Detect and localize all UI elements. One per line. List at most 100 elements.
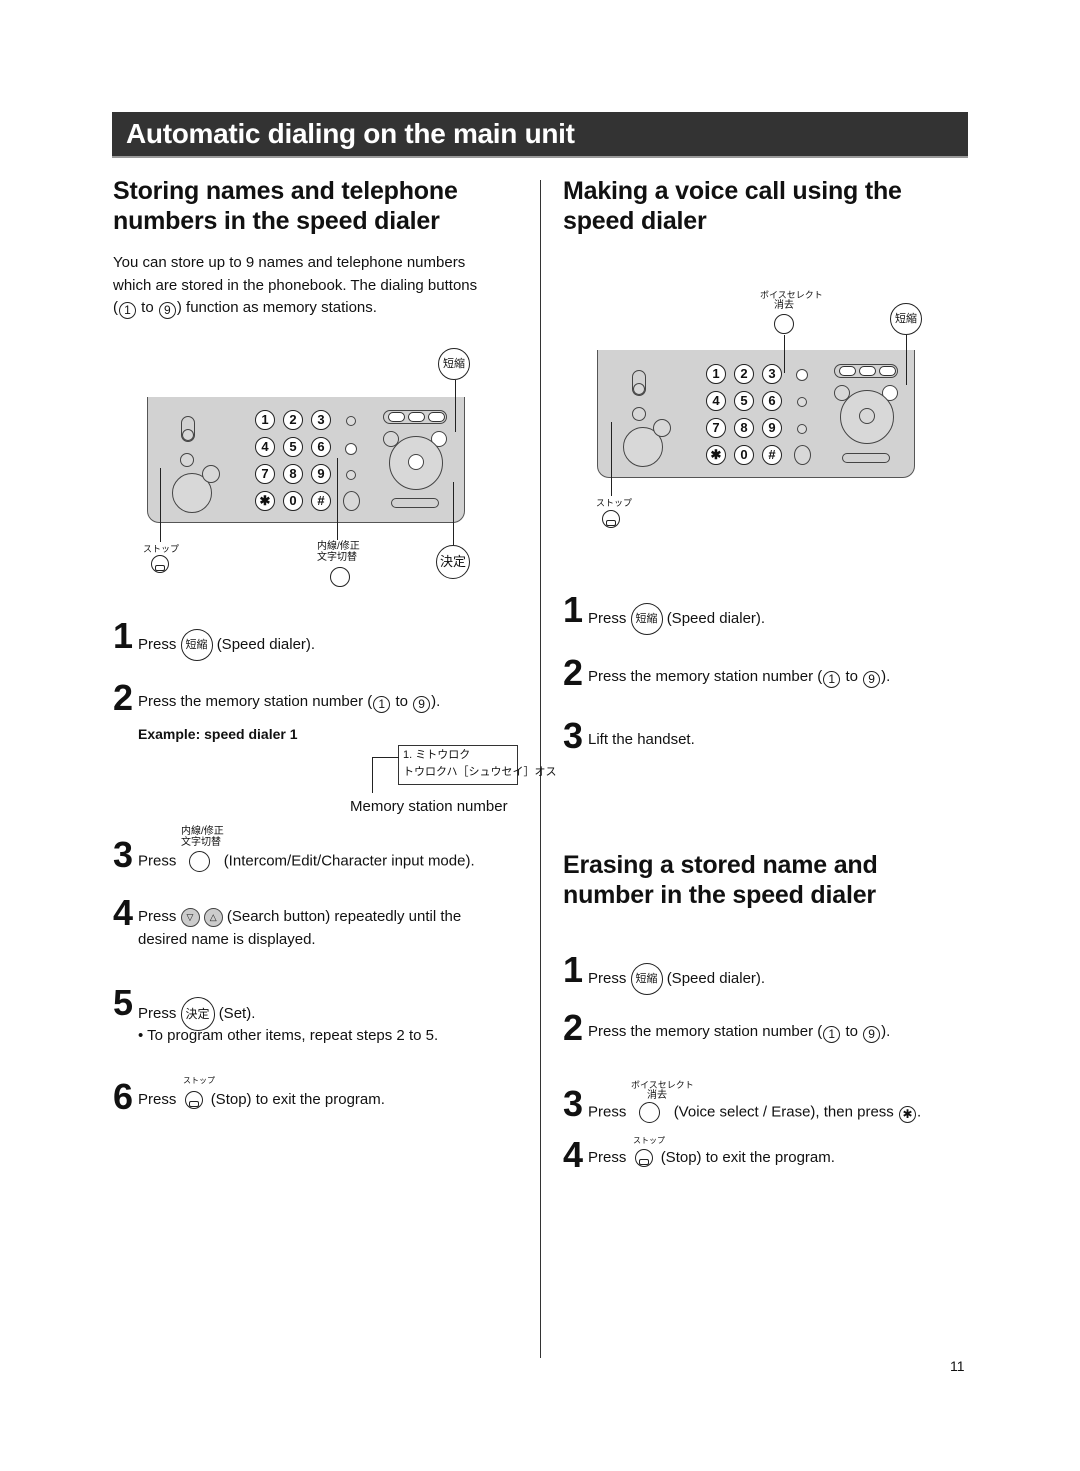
one-touch-button-2[interactable] xyxy=(859,366,876,376)
key-8[interactable]: 8 xyxy=(734,418,754,438)
key-6[interactable]: 6 xyxy=(762,391,782,411)
step-text: Press the memory station number (1 to 9)… xyxy=(588,1022,890,1043)
step-text: Press 短縮 (Speed dialer). xyxy=(588,603,765,635)
step-desc: (Speed dialer). xyxy=(666,969,766,987)
step-text: Press 短縮 (Speed dialer). xyxy=(588,963,765,995)
control-panel-diagram-right: 1 2 3 4 5 6 7 8 9 ✱ 0 # ボイスセレクト 消去 短縮 スト… xyxy=(590,280,930,530)
step-press: Press xyxy=(138,1091,177,1108)
callout-line-voice xyxy=(784,335,785,373)
step-text: Press (Stop) to exit the program. xyxy=(138,1090,385,1110)
store-step-3: 内線/修正 文字切替 3 Press (Intercom/Edit/Charac… xyxy=(113,825,533,875)
key-8[interactable]: 8 xyxy=(283,464,303,484)
key-3[interactable]: 3 xyxy=(311,410,331,430)
step-number: 2 xyxy=(563,1007,583,1048)
key-1[interactable]: 1 xyxy=(706,364,726,384)
intercom-button[interactable] xyxy=(345,443,357,455)
round-button[interactable] xyxy=(794,445,811,465)
erase-step-3: ボイスセレクト 消去 3 Press (Voice select / Erase… xyxy=(563,1078,983,1128)
key-1-icon: 1 xyxy=(823,1026,841,1043)
key-7[interactable]: 7 xyxy=(706,418,726,438)
step-press: Press xyxy=(138,1004,177,1022)
one-touch-button-1[interactable] xyxy=(388,412,405,422)
key-4[interactable]: 4 xyxy=(255,437,275,457)
led-1 xyxy=(346,416,356,426)
led-2 xyxy=(797,397,807,407)
step-text: Press the memory station number (1 to 9)… xyxy=(138,692,440,713)
one-touch-button-1[interactable] xyxy=(839,366,856,376)
key-5[interactable]: 5 xyxy=(734,391,754,411)
key-1-icon: 1 xyxy=(119,302,136,319)
key-hash[interactable]: # xyxy=(762,445,782,465)
step-desc: (Intercom/Edit/Character input mode). xyxy=(223,852,475,870)
key-2[interactable]: 2 xyxy=(734,364,754,384)
key-9-icon: 9 xyxy=(863,671,881,688)
key-0[interactable]: 0 xyxy=(734,445,754,465)
key-4[interactable]: 4 xyxy=(706,391,726,411)
round-button[interactable] xyxy=(343,491,360,511)
set-button[interactable] xyxy=(859,408,875,424)
step-number: 2 xyxy=(113,677,133,718)
key-1-icon: 1 xyxy=(823,671,841,688)
key-3[interactable]: 3 xyxy=(762,364,782,384)
star-key-icon: ✱ xyxy=(898,1106,916,1124)
speed-dial-callout: 短縮 xyxy=(438,348,470,380)
stop-button[interactable] xyxy=(632,407,646,421)
search-down-icon: ▽ xyxy=(180,907,200,927)
step-press: Press xyxy=(138,908,177,925)
key-6[interactable]: 6 xyxy=(311,437,331,457)
left-heading-line2: numbers in the speed dialer xyxy=(113,207,440,235)
step-end: ). xyxy=(431,693,441,710)
step-text: Press 短縮 (Speed dialer). xyxy=(138,629,315,661)
key-1[interactable]: 1 xyxy=(255,410,275,430)
lcd-pointer-h xyxy=(372,757,399,758)
key-star[interactable]: ✱ xyxy=(255,491,275,511)
control-panel-diagram-left: 1 2 3 4 5 6 7 8 9 ✱ 0 # 短縮 決定 ストップ 内線/修正… xyxy=(140,340,480,590)
key-2[interactable]: 2 xyxy=(283,410,303,430)
step-5-note: • To program other items, repeat steps 2… xyxy=(138,1027,439,1044)
step-desc: (Search button) repeatedly until the xyxy=(226,908,462,925)
step-press: Press xyxy=(138,635,177,653)
led-3 xyxy=(797,424,807,434)
key-7[interactable]: 7 xyxy=(255,464,275,484)
step-number: 1 xyxy=(563,949,583,990)
key-hash[interactable]: # xyxy=(311,491,331,511)
intro-paragraph: You can store up to 9 names and telephon… xyxy=(113,252,523,320)
step-number: 6 xyxy=(113,1076,133,1117)
intro-paren: ( xyxy=(113,299,118,316)
voice-call-heading-line2: speed dialer xyxy=(563,207,707,235)
set-button[interactable] xyxy=(408,454,424,470)
page-title: Automatic dialing on the main unit xyxy=(126,118,575,149)
step-end: ). xyxy=(881,1023,891,1040)
one-touch-button-3[interactable] xyxy=(428,412,445,422)
key-9[interactable]: 9 xyxy=(762,418,782,438)
step-number: 3 xyxy=(563,1083,583,1124)
key-star[interactable]: ✱ xyxy=(706,445,726,465)
handset-hook xyxy=(182,429,194,441)
erase-heading: Erasing a stored name and number in the … xyxy=(563,850,878,910)
step-number: 3 xyxy=(113,834,133,875)
key-5[interactable]: 5 xyxy=(283,437,303,457)
led-3 xyxy=(346,470,356,480)
one-touch-button-3[interactable] xyxy=(879,366,896,376)
lcd-line1: 1. ミトウロク xyxy=(403,749,471,761)
step-number: 4 xyxy=(113,892,133,933)
stop-button[interactable] xyxy=(180,453,194,467)
step-to: to xyxy=(845,668,858,685)
one-touch-button-2[interactable] xyxy=(408,412,425,422)
call-step-3: 3 Lift the handset. xyxy=(563,718,983,758)
stop-button-icon xyxy=(634,1149,653,1168)
key-0[interactable]: 0 xyxy=(283,491,303,511)
volume-button[interactable] xyxy=(842,453,890,463)
example-label: Example: speed dialer 1 xyxy=(138,726,298,742)
key-9[interactable]: 9 xyxy=(311,464,331,484)
speed-dial-button-icon: 短縮 xyxy=(630,963,663,995)
intro-line2: which are stored in the phonebook. The d… xyxy=(113,276,478,294)
volume-button[interactable] xyxy=(391,498,439,508)
step-desc: (Speed dialer). xyxy=(666,609,766,627)
key-9-icon: 9 xyxy=(158,302,176,319)
step-text: Press ▽ △ (Search button) repeatedly unt… xyxy=(138,907,461,927)
erase-step-1: 1 Press 短縮 (Speed dialer). xyxy=(563,949,983,995)
intro-line1: You can store up to 9 names and telephon… xyxy=(113,254,466,271)
step-number: 3 xyxy=(563,715,583,756)
voice-select-button[interactable] xyxy=(796,369,808,381)
